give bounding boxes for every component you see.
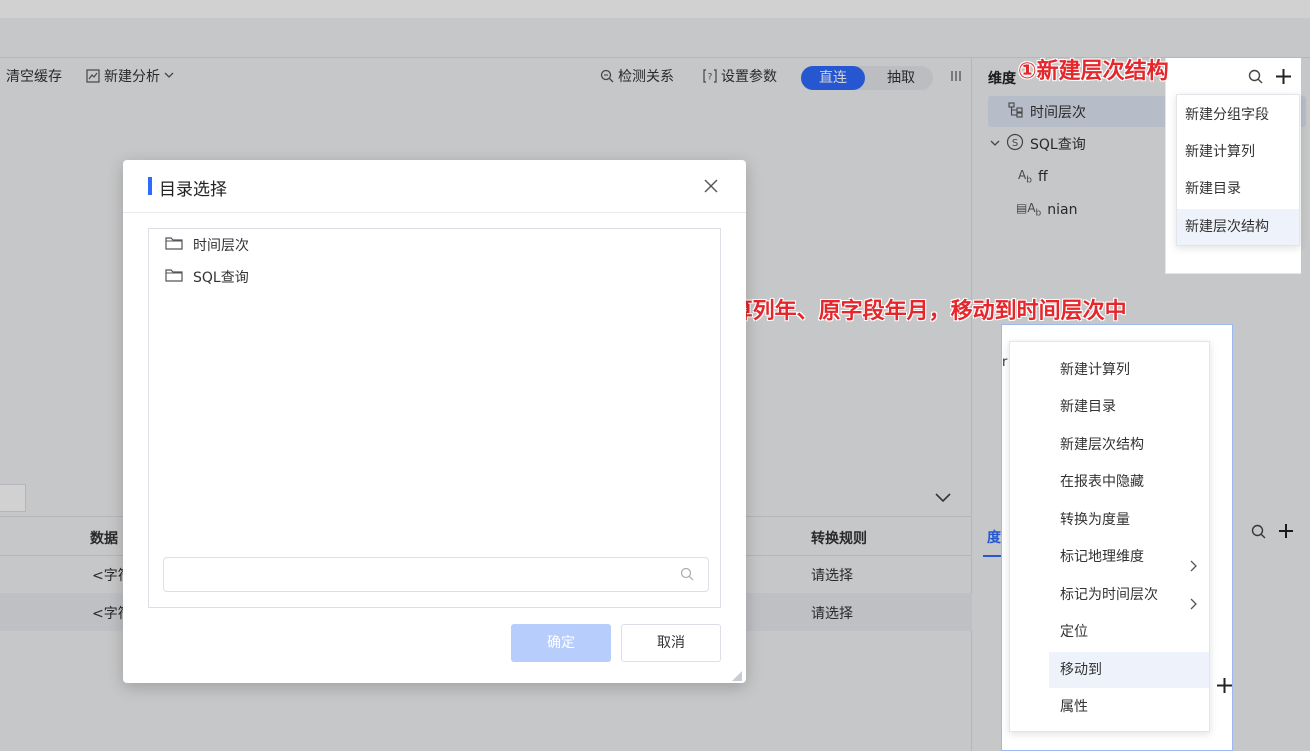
add-menu-container: 新建分组字段 新建计算列 新建目录 新建层次结构: [1165, 58, 1301, 274]
folder-icon: [165, 236, 183, 254]
field-context-menu: 新建计算列 新建目录 新建层次结构 在报表中隐藏 转换为度量 标记地理维度 标记…: [1009, 341, 1210, 732]
directory-select-dialog: 目录选择 时间层次 SQL查询 确定 取消: [123, 160, 746, 683]
cancel-button[interactable]: 取消: [621, 624, 721, 662]
menu-item-new-group-field[interactable]: 新建分组字段: [1177, 97, 1299, 133]
search-icon: [680, 567, 694, 585]
annotation-step-1: ①新建层次结构: [1018, 59, 1169, 84]
resize-handle-icon[interactable]: [732, 669, 742, 681]
ctx-item-properties[interactable]: 属性: [1010, 689, 1209, 725]
add-icon[interactable]: [1275, 68, 1292, 89]
folder-label: 时间层次: [193, 238, 249, 254]
directory-search-field[interactable]: [163, 557, 709, 592]
search-icon[interactable]: [1248, 69, 1263, 88]
ctx-item-move-to[interactable]: 移动到: [1049, 652, 1209, 688]
menu-item-new-calc-column[interactable]: 新建计算列: [1177, 134, 1299, 170]
ctx-item-mark-geo-dimension[interactable]: 标记地理维度: [1010, 539, 1209, 575]
confirm-button[interactable]: 确定: [511, 624, 611, 662]
folder-label: SQL查询: [193, 270, 249, 286]
directory-tree: 时间层次 SQL查询: [148, 228, 721, 608]
folder-item-sql-query[interactable]: SQL查询: [165, 267, 249, 287]
ctx-item-new-calc-column[interactable]: 新建计算列: [1010, 352, 1209, 388]
add-dropdown-menu: 新建分组字段 新建计算列 新建目录 新建层次结构: [1176, 94, 1300, 246]
ctx-item-new-hierarchy[interactable]: 新建层次结构: [1010, 427, 1209, 463]
directory-search-input[interactable]: [164, 558, 664, 591]
add-icon[interactable]: [1216, 677, 1233, 698]
folder-item-time-hierarchy[interactable]: 时间层次: [165, 235, 249, 255]
ctx-item-mark-time-hierarchy[interactable]: 标记为时间层次: [1010, 577, 1209, 613]
dialog-title: 目录选择: [159, 180, 227, 200]
ctx-item-convert-to-measure[interactable]: 转换为度量: [1010, 502, 1209, 538]
panel-cut-text: r: [1002, 355, 1008, 370]
ctx-item-hide-in-report[interactable]: 在报表中隐藏: [1010, 464, 1209, 500]
close-icon[interactable]: [703, 178, 719, 194]
menu-item-new-directory[interactable]: 新建目录: [1177, 171, 1299, 207]
ctx-item-label: 标记为时间层次: [1060, 587, 1158, 603]
ctx-item-locate[interactable]: 定位: [1010, 614, 1209, 650]
folder-icon: [165, 268, 183, 286]
title-accent-bar: [148, 177, 152, 195]
ctx-item-new-directory[interactable]: 新建目录: [1010, 389, 1209, 425]
dialog-header-divider: [123, 212, 746, 213]
menu-item-new-hierarchy[interactable]: 新建层次结构: [1177, 209, 1299, 245]
ctx-item-label: 标记地理维度: [1060, 549, 1144, 565]
